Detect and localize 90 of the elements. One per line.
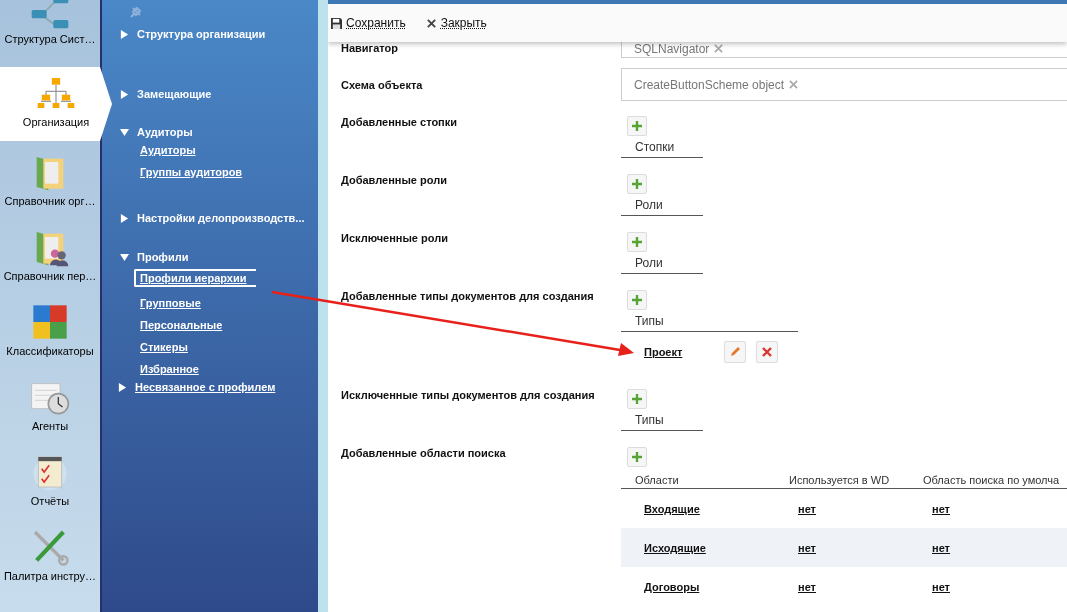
- nav-link[interactable]: Аудиторы: [140, 144, 196, 156]
- table-row[interactable]: Исходящие нет нет: [621, 528, 1067, 567]
- table-row[interactable]: Входящие нет нет: [621, 489, 1067, 528]
- pin-icon[interactable]: [130, 6, 142, 18]
- triangle-down-icon: [120, 127, 129, 137]
- nav-link[interactable]: Стикеры: [140, 341, 188, 353]
- triangle-right-icon: [120, 29, 129, 39]
- plus-icon: [632, 295, 642, 305]
- nav-section[interactable]: Настройки делопроизводств...: [120, 212, 318, 224]
- plus-icon: [632, 179, 642, 189]
- app-label: Агенты: [31, 420, 69, 432]
- app-launcher-item[interactable]: Справочник пер…: [0, 225, 100, 285]
- field-label: Добавленные стопки: [341, 116, 458, 128]
- app-launcher-item[interactable]: Классификаторы: [0, 300, 100, 360]
- close-icon: [761, 346, 773, 358]
- table-cell-link[interactable]: Исходящие: [644, 541, 706, 554]
- nav-link[interactable]: Групповые: [140, 297, 201, 309]
- table-row[interactable]: Договоры нет нет: [621, 567, 1067, 606]
- plus-icon: [632, 394, 642, 404]
- triangle-down-icon: [120, 252, 129, 262]
- app-label: Отчёты: [30, 495, 70, 507]
- column-header: Типы: [621, 413, 703, 431]
- app-label: Классификаторы: [6, 345, 94, 357]
- table-cell-link[interactable]: нет: [932, 502, 950, 515]
- app-launcher-item[interactable]: Справочник орг…: [0, 150, 100, 210]
- nav-link[interactable]: Несвязанное с профилем: [135, 381, 276, 393]
- app-launcher-item[interactable]: Организация: [0, 67, 112, 141]
- add-button[interactable]: [627, 389, 647, 409]
- nav-section[interactable]: Аудиторы: [120, 126, 318, 138]
- add-button[interactable]: [627, 232, 647, 252]
- triangle-right-icon[interactable]: [118, 382, 127, 392]
- table-cell-link[interactable]: нет: [798, 541, 816, 554]
- field-label: Исключенные роли: [341, 232, 448, 244]
- add-button[interactable]: [627, 290, 647, 310]
- nav-link[interactable]: Профили иерархии: [134, 269, 257, 287]
- column-header: Стопки: [621, 140, 703, 158]
- nav-section[interactable]: Профили: [120, 251, 318, 263]
- nav-section[interactable]: Замещающие: [120, 88, 318, 100]
- app-launcher-item[interactable]: Палитра инстру…: [0, 525, 100, 585]
- field-label: Схема объекта: [341, 78, 423, 91]
- field-label: Исключенные типы документов для создания: [341, 389, 595, 401]
- delete-button[interactable]: [756, 341, 778, 363]
- app-label: Справочник орг…: [4, 195, 96, 207]
- remove-tag-icon[interactable]: [789, 80, 799, 89]
- list-item-link[interactable]: Проект: [644, 346, 724, 358]
- add-button[interactable]: [627, 174, 647, 194]
- triangle-right-icon: [120, 213, 129, 223]
- tag-text: SQLNavigator: [634, 41, 710, 56]
- add-button[interactable]: [627, 447, 647, 467]
- nav-link[interactable]: Группы аудиторов: [140, 166, 243, 178]
- close-button[interactable]: Закрыть: [425, 16, 487, 30]
- column-header: Область поиска по умолча: [923, 474, 1060, 486]
- table-cell-link[interactable]: нет: [798, 502, 816, 515]
- column-header: Используется в WD: [789, 474, 891, 486]
- column-header: Роли: [621, 256, 703, 274]
- nav-link[interactable]: Персональные: [140, 319, 223, 331]
- column-header: Области: [634, 474, 680, 486]
- triangle-right-icon: [120, 89, 129, 99]
- table-cell-link[interactable]: нет: [932, 580, 950, 593]
- app-launcher-item[interactable]: Структура Сист…: [0, 0, 100, 58]
- app-label: Организация: [22, 116, 90, 128]
- app-launcher-item[interactable]: Агенты: [0, 375, 100, 435]
- plus-icon: [632, 121, 642, 131]
- field-label: Добавленные типы документов для создания: [341, 290, 594, 302]
- nav-section[interactable]: Структура организации: [120, 28, 318, 40]
- network-icon: [30, 0, 70, 30]
- table-cell-link[interactable]: нет: [932, 541, 950, 554]
- tag-text: CreateButtonScheme object: [634, 77, 785, 92]
- column-header: Типы: [621, 314, 798, 332]
- app-label: Справочник пер…: [3, 270, 97, 282]
- save-button[interactable]: Сохранить: [331, 16, 406, 30]
- table-cell-link[interactable]: Входящие: [644, 502, 700, 515]
- column-header: Роли: [621, 198, 703, 216]
- pencil-icon: [729, 346, 741, 358]
- add-button[interactable]: [627, 116, 647, 136]
- close-icon: [425, 17, 437, 29]
- app-label: Структура Сист…: [4, 33, 96, 45]
- remove-tag-icon[interactable]: [714, 44, 724, 53]
- plus-icon: [632, 237, 642, 247]
- tag-field[interactable]: CreateButtonScheme object: [621, 68, 1067, 101]
- field-label: Добавленные области поиска: [341, 447, 506, 459]
- field-label: Добавленные роли: [341, 174, 447, 186]
- table-cell-link[interactable]: Договоры: [644, 580, 700, 593]
- edit-button[interactable]: [724, 341, 746, 363]
- app-launcher-item[interactable]: Отчёты: [0, 450, 100, 510]
- table-cell-link[interactable]: нет: [798, 580, 816, 593]
- plus-icon: [632, 452, 642, 462]
- app-label: Палитра инстру…: [3, 570, 97, 582]
- nav-link[interactable]: Избранное: [140, 363, 199, 375]
- field-label: Навигатор: [341, 41, 398, 54]
